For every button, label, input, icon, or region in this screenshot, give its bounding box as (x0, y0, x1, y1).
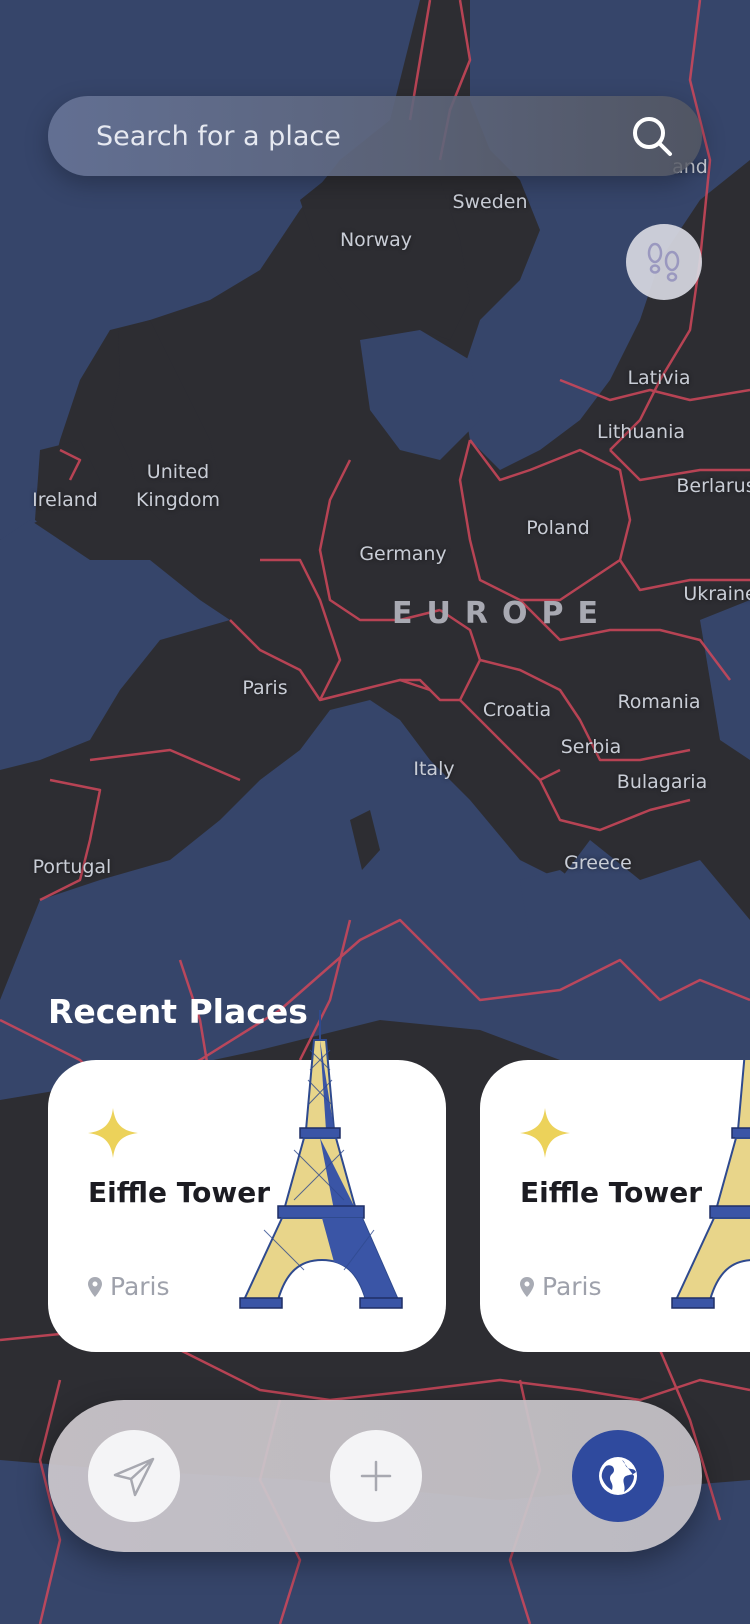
bottom-nav-bar (48, 1400, 702, 1552)
map-label-country: Germany (359, 543, 447, 565)
map-region-label: EUROPE (392, 596, 612, 631)
place-card-location: Paris (88, 1272, 170, 1301)
map-label-country: Ireland (32, 489, 98, 511)
map-label-country: Poland (526, 517, 590, 539)
place-card[interactable]: Eiffle Tower Paris (48, 1010, 446, 1352)
search-input[interactable] (96, 96, 596, 176)
map-label-country: Portugal (32, 856, 112, 878)
sparkle-icon (88, 1108, 138, 1158)
map-label-country: Norway (339, 229, 413, 251)
nav-add-button[interactable] (330, 1430, 422, 1522)
globe-icon (599, 1457, 637, 1495)
place-card-location-text: Paris (110, 1272, 170, 1301)
sparkle-icon (520, 1108, 570, 1158)
search-icon[interactable] (630, 114, 674, 158)
place-card[interactable]: Eiffle Tower Paris (480, 1060, 750, 1352)
map-label-country: United Kingdom (135, 461, 221, 511)
map-label-country: Berlarus (676, 475, 750, 497)
send-icon (113, 1457, 155, 1497)
location-pin-icon (520, 1276, 534, 1297)
map-label-country: Croatia (482, 699, 552, 721)
map-label-country: Sweden (452, 191, 528, 213)
plus-icon (360, 1460, 392, 1492)
eiffel-tower-illustration (671, 1060, 750, 1309)
map-label-country: Greece (564, 852, 632, 874)
nav-send-button[interactable] (88, 1430, 180, 1522)
map-label-country: Ukraine (683, 583, 750, 605)
map-label-country: Italy (413, 758, 455, 780)
footsteps-button[interactable] (626, 224, 702, 300)
map-label-country: Serbia (560, 736, 622, 758)
place-card-location: Paris (520, 1272, 602, 1301)
map-label-country: Romania (617, 691, 701, 713)
footsteps-icon (647, 242, 680, 282)
map-label-country: Lativia (627, 367, 691, 389)
location-pin-icon (88, 1276, 102, 1297)
search-bar[interactable] (48, 96, 702, 176)
map-label-country: Lithuania (596, 421, 686, 443)
place-card-location-text: Paris (542, 1272, 602, 1301)
map-label-city: Paris (242, 677, 288, 699)
eiffel-tower-illustration (239, 1010, 403, 1309)
nav-globe-button[interactable] (572, 1430, 664, 1522)
place-card-clip: Eiffle Tower Paris (480, 1060, 750, 1352)
map-label-country: Bulagaria (616, 771, 708, 793)
